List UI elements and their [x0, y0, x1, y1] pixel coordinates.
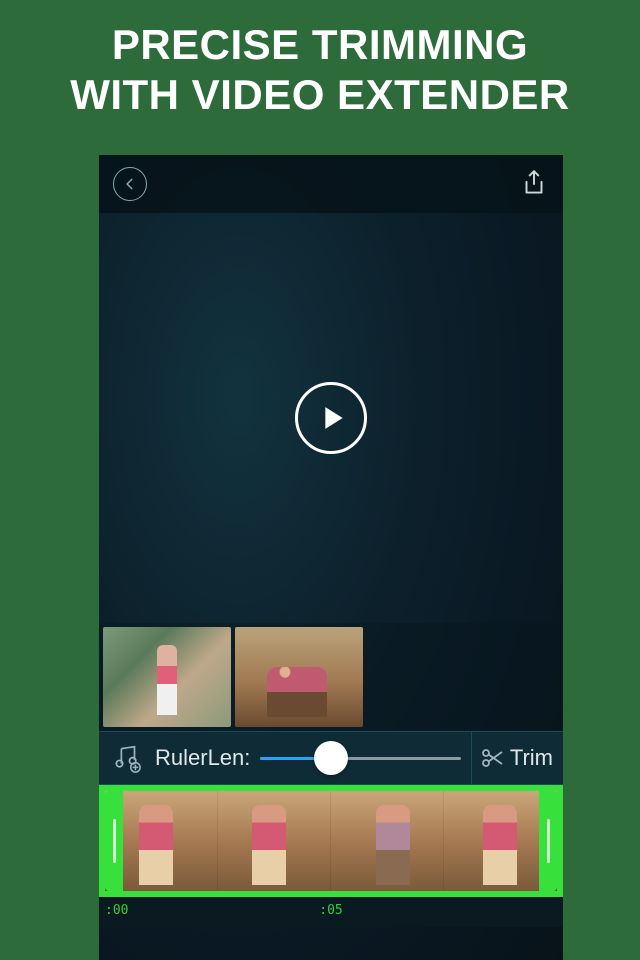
- add-music-button[interactable]: [109, 740, 145, 776]
- back-button[interactable]: [113, 167, 147, 201]
- time-ruler: :00 :05: [99, 897, 563, 927]
- share-icon: [521, 169, 547, 199]
- share-button[interactable]: [519, 167, 549, 201]
- clip-row: [99, 623, 563, 731]
- timeline-frame: [218, 791, 331, 891]
- timeline[interactable]: [99, 785, 563, 897]
- trim-label: Trim: [510, 745, 553, 771]
- slider-track: [260, 757, 460, 760]
- trim-handle-right[interactable]: [539, 791, 557, 891]
- chevron-left-icon: [123, 177, 137, 191]
- timeline-track[interactable]: [105, 791, 557, 891]
- ruler-length-label: RulerLen:: [155, 745, 250, 771]
- time-tick-0: :00: [105, 903, 128, 918]
- trim-handle-left[interactable]: [105, 791, 123, 891]
- music-plus-icon: [112, 743, 142, 773]
- headline-line-2: WITH VIDEO EXTENDER: [10, 70, 630, 120]
- ruler-length-slider[interactable]: [260, 738, 460, 778]
- trim-button[interactable]: Trim: [471, 732, 553, 784]
- top-bar: [99, 155, 563, 213]
- timeline-frame: [331, 791, 444, 891]
- clip-thumbnail[interactable]: [103, 627, 231, 727]
- slider-thumb[interactable]: [314, 741, 348, 775]
- scissors-icon: [480, 746, 504, 770]
- time-tick-5: :05: [319, 903, 342, 918]
- headline-line-1: PRECISE TRIMMING: [10, 20, 630, 70]
- app-screenshot: RulerLen: Trim :00 :05: [99, 155, 563, 960]
- video-preview: [99, 213, 563, 623]
- promo-headline: PRECISE TRIMMING WITH VIDEO EXTENDER: [0, 0, 640, 139]
- control-bar: RulerLen: Trim: [99, 731, 563, 785]
- play-button[interactable]: [295, 382, 367, 454]
- play-icon: [321, 403, 347, 433]
- clip-thumbnail[interactable]: [235, 627, 363, 727]
